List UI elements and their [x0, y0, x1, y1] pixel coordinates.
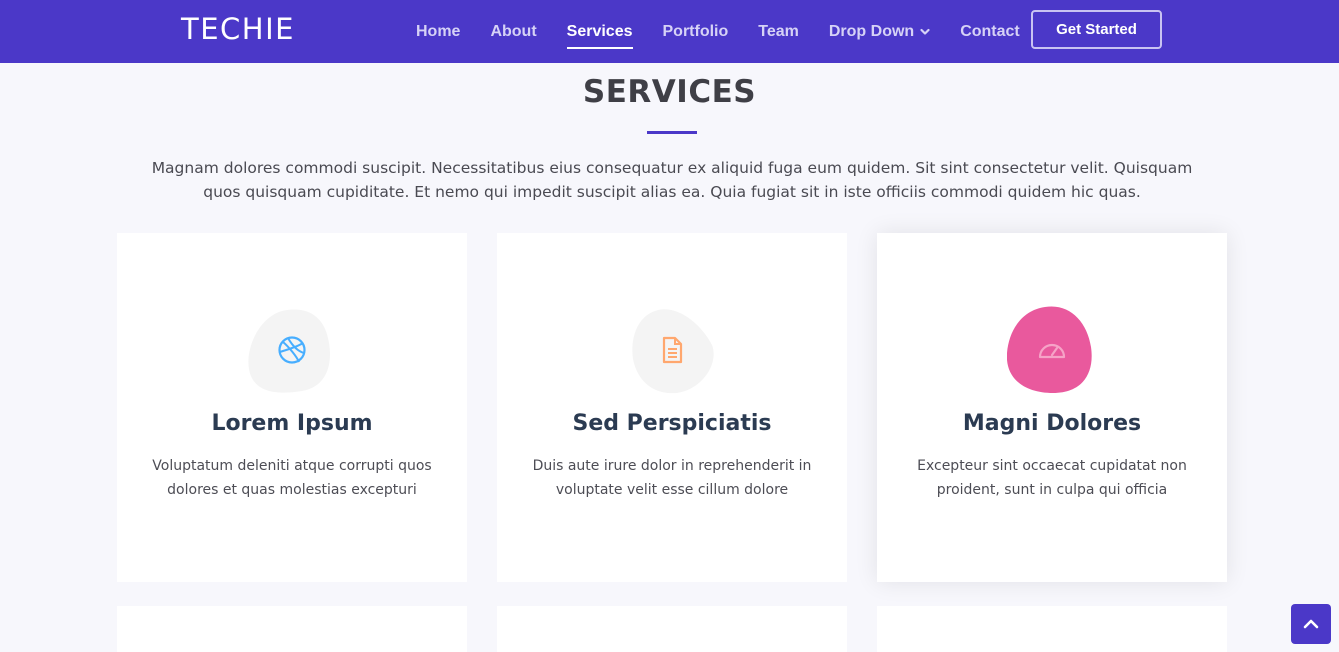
service-card-sed-perspiciatis[interactable]: Sed Perspiciatis Duis aute irure dolor i… — [497, 233, 847, 582]
section-title: SERVICES — [582, 74, 757, 110]
service-description: Duis aute irure dolor in reprehenderit i… — [532, 458, 812, 498]
main-nav: Home About Services Portfolio Team Drop … — [416, 0, 1050, 63]
nav-item-dropdown[interactable]: Drop Down — [829, 23, 930, 41]
service-card-row2-1[interactable] — [117, 606, 467, 652]
service-title[interactable]: Lorem Ipsum — [117, 411, 467, 436]
nav-item-about[interactable]: About — [490, 23, 536, 41]
icon-blob — [247, 305, 337, 395]
service-description: Voluptatum deleniti atque corrupti quos … — [152, 458, 432, 498]
service-description: Excepteur sint occaecat cupidatat non pr… — [917, 458, 1187, 498]
nav-item-contact[interactable]: Contact — [960, 23, 1020, 41]
icon-blob — [627, 305, 717, 395]
title-underline — [647, 131, 697, 134]
nav-item-team[interactable]: Team — [758, 23, 799, 41]
service-card-magni-dolores[interactable]: Magni Dolores Excepteur sint occaecat cu… — [877, 233, 1227, 582]
nav-item-dropdown-label: Drop Down — [828, 22, 915, 40]
chevron-up-icon — [1303, 619, 1319, 629]
service-title[interactable]: Sed Perspiciatis — [497, 411, 847, 436]
dribbble-icon — [278, 336, 306, 364]
site-logo[interactable]: TECHIE — [181, 12, 295, 46]
service-card-row2-2[interactable] — [497, 606, 847, 652]
icon-blob — [1007, 305, 1097, 395]
service-card-lorem-ipsum[interactable]: Lorem Ipsum Voluptatum deleniti atque co… — [117, 233, 467, 582]
section-intro: Magnam dolores commodi suscipit. Necessi… — [151, 159, 1193, 201]
nav-item-portfolio[interactable]: Portfolio — [663, 23, 729, 41]
nav-item-home[interactable]: Home — [416, 23, 460, 41]
chevron-down-icon — [920, 28, 930, 35]
file-text-icon — [662, 336, 683, 364]
nav-item-services[interactable]: Services — [566, 23, 633, 49]
site-header: TECHIE Home About Services Portfolio Tea… — [0, 0, 1339, 63]
get-started-button[interactable]: Get Started — [1031, 10, 1162, 49]
service-title[interactable]: Magni Dolores — [877, 411, 1227, 436]
service-card-row2-3[interactable] — [877, 606, 1227, 652]
tachometer-icon — [1038, 343, 1066, 359]
back-to-top-button[interactable] — [1291, 604, 1331, 644]
